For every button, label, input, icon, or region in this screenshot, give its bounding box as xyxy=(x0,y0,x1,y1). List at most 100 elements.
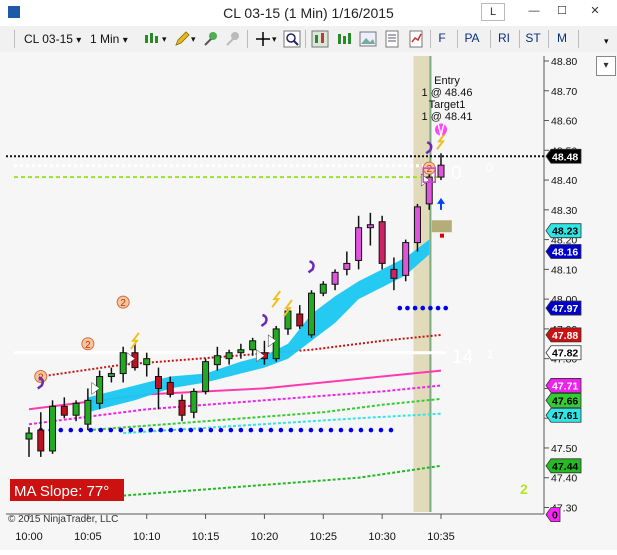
ri-button[interactable]: RI xyxy=(494,29,514,47)
candle-body[interactable] xyxy=(437,164,445,178)
candle-body[interactable] xyxy=(343,262,351,270)
target-label: Target1 xyxy=(429,99,466,111)
blue-dot xyxy=(178,427,184,433)
candle-body[interactable] xyxy=(355,227,363,261)
blue-dot xyxy=(118,427,124,433)
link-button[interactable]: L xyxy=(481,3,505,21)
candle-body[interactable] xyxy=(237,349,245,354)
pencil-icon[interactable] xyxy=(173,30,191,48)
strategy-icon[interactable] xyxy=(407,30,425,48)
candle-body[interactable] xyxy=(84,399,92,425)
chart-toolbar: CL 03-15 ▾ 1 Min ▾ ▾ ▾ ▾ F PA RI ST M ▾ xyxy=(0,26,617,53)
candle-body[interactable] xyxy=(178,399,186,416)
f-button[interactable]: F xyxy=(434,29,450,47)
candle-body[interactable] xyxy=(413,206,421,244)
blue-dot xyxy=(148,427,154,433)
instrument-label: CL 03-15 xyxy=(24,32,73,46)
candle-body[interactable] xyxy=(308,292,316,336)
toolbar-separator xyxy=(247,30,248,48)
blue-dot xyxy=(328,427,334,433)
candle-body[interactable] xyxy=(402,242,410,276)
price-badge-label: 47.61 xyxy=(552,410,578,422)
candle-body[interactable] xyxy=(202,361,210,392)
candle-body[interactable] xyxy=(119,352,127,375)
candle-body[interactable] xyxy=(60,405,68,416)
blue-dot xyxy=(268,427,274,433)
price-badge-label: 47.88 xyxy=(552,330,578,342)
close-button[interactable]: ✕ xyxy=(580,3,610,19)
chevron-down-icon[interactable]: ▾ xyxy=(604,32,609,50)
candle-body[interactable] xyxy=(319,283,327,294)
toolbar-separator xyxy=(430,30,431,48)
candle-body[interactable] xyxy=(331,271,339,285)
blue-dot xyxy=(188,427,194,433)
chevron-down-icon[interactable]: ▾ xyxy=(272,30,277,48)
toolbar-separator xyxy=(490,30,491,48)
candle-body[interactable] xyxy=(72,402,80,416)
blue-dot xyxy=(378,427,384,433)
candle-body[interactable] xyxy=(143,358,151,366)
chevron-down-icon: ▾ xyxy=(122,35,128,46)
pa-button[interactable]: PA xyxy=(461,29,483,47)
interval-label: 1 Min xyxy=(90,32,120,46)
candle-body[interactable] xyxy=(107,373,115,378)
interval-selector[interactable]: 1 Min ▾ xyxy=(90,30,128,48)
blue-dot xyxy=(435,305,441,311)
properties-icon[interactable] xyxy=(383,30,401,48)
candle-body[interactable] xyxy=(390,268,398,279)
chart-panel[interactable]: 2222 48.8048.7048.6048.5048.4048.3048.20… xyxy=(0,52,617,550)
candle-body[interactable] xyxy=(166,381,174,395)
blue-dot xyxy=(168,427,174,433)
m-button[interactable]: M xyxy=(552,29,572,47)
time-tick-label: 10:15 xyxy=(192,531,220,543)
candle-body[interactable] xyxy=(213,355,221,366)
time-tick-label: 10:10 xyxy=(133,531,161,543)
crosshair-icon[interactable] xyxy=(254,30,272,48)
highlight-band xyxy=(413,56,432,512)
candle-body[interactable] xyxy=(154,376,162,389)
pin-icon[interactable] xyxy=(202,30,220,48)
toolbar-grip xyxy=(14,30,15,48)
price-tick-label: 48.60 xyxy=(551,116,577,128)
time-tick-label: 10:35 xyxy=(427,531,455,543)
blue-dot xyxy=(68,427,74,433)
instrument-selector[interactable]: CL 03-15 ▾ xyxy=(24,30,81,48)
candle-body[interactable] xyxy=(296,313,304,327)
candle-body[interactable] xyxy=(37,429,45,452)
blue-dot xyxy=(158,427,164,433)
label-0-big: 0 xyxy=(451,163,462,184)
time-tick-label: 10:30 xyxy=(368,531,396,543)
price-chart[interactable]: 2222 48.8048.7048.6048.5048.4048.3048.20… xyxy=(0,52,617,550)
minimize-button[interactable]: — xyxy=(523,3,545,19)
chevron-down-icon[interactable]: ▾ xyxy=(596,56,616,76)
chevron-down-icon[interactable]: ▾ xyxy=(162,30,167,48)
price-tick-label: 47.40 xyxy=(551,473,577,485)
image-icon[interactable] xyxy=(359,30,377,48)
signal-circle-digit: 2 xyxy=(426,164,432,175)
bars-icon[interactable] xyxy=(335,30,353,48)
candle-body[interactable] xyxy=(49,405,57,452)
blue-dot xyxy=(308,427,314,433)
candle-body[interactable] xyxy=(225,352,233,360)
blue-dot xyxy=(258,427,264,433)
toolbar-separator xyxy=(457,30,458,48)
label-1: 1 xyxy=(487,347,494,361)
blue-dot xyxy=(405,305,410,311)
maximize-button[interactable]: ☐ xyxy=(551,3,573,19)
candle-body[interactable] xyxy=(378,221,386,264)
candle-body[interactable] xyxy=(272,328,280,360)
candle-body[interactable] xyxy=(366,224,374,229)
pin-gray-icon[interactable] xyxy=(224,30,242,48)
st-button[interactable]: ST xyxy=(523,29,543,47)
blue-dot xyxy=(238,427,244,433)
zoom-icon[interactable] xyxy=(283,30,301,48)
price-badge-label: 47.82 xyxy=(552,348,578,360)
candle-body[interactable] xyxy=(25,432,33,440)
price-tick-label: 48.30 xyxy=(551,205,577,217)
candle-body[interactable] xyxy=(249,340,257,351)
candlestick-style-icon[interactable] xyxy=(143,30,161,48)
chevron-down-icon[interactable]: ▾ xyxy=(191,30,196,48)
copyright-text: © 2015 NinjaTrader, LLC xyxy=(8,514,118,525)
data-box-icon[interactable] xyxy=(311,30,329,48)
candle-body[interactable] xyxy=(190,390,198,413)
